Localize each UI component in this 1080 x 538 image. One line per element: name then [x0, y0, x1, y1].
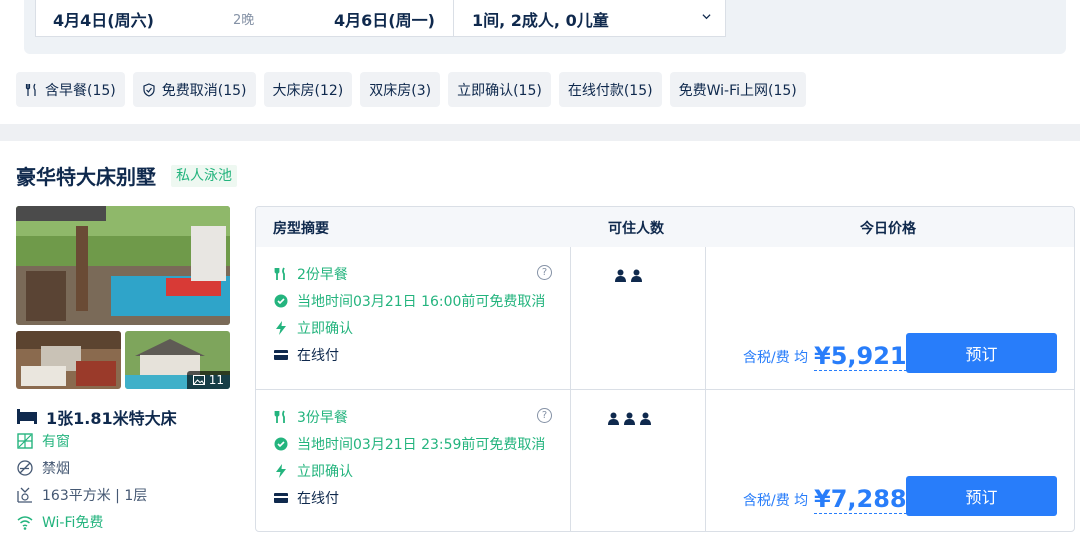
- fork-knife-icon: [274, 410, 285, 423]
- confirm-feature: 立即确认: [274, 318, 353, 338]
- cancel-label[interactable]: 当地时间03月21日 16:00前可免费取消: [297, 291, 545, 311]
- section-divider: [0, 124, 1080, 141]
- person-icon: [640, 412, 651, 425]
- search-band: 4月4日(周六) 2晚 4月6日(周一) 1间, 2成人, 0儿童 含早餐(15…: [0, 0, 1080, 124]
- check-circle-icon: [274, 437, 288, 451]
- lightning-icon: [276, 464, 286, 478]
- room-price[interactable]: ¥7,288: [814, 485, 907, 514]
- bed-label: 1张1.81米特大床: [46, 409, 177, 428]
- bedroom-image: [16, 331, 121, 389]
- cancel-feature: 当地时间03月21日 16:00前可免费取消: [274, 291, 545, 311]
- header-summary: 房型摘要: [273, 221, 329, 237]
- filter-breakfast[interactable]: 含早餐(15): [16, 72, 125, 107]
- payment-label: 在线付: [297, 491, 339, 507]
- table-row: 2份早餐 ? 当地时间03月21日 16:00前可免费取消 立即确认 在线付 含…: [256, 247, 1074, 389]
- photo-count-badge[interactable]: 11: [186, 371, 230, 389]
- fork-knife-icon: [274, 267, 285, 280]
- area-icon: [17, 487, 32, 503]
- bed-info: 1张1.81米特大床: [16, 405, 177, 429]
- image-icon: [192, 375, 205, 385]
- lightning-icon: [276, 321, 286, 335]
- confirm-label: 立即确认: [297, 464, 353, 480]
- help-icon[interactable]: ?: [537, 408, 552, 423]
- help-icon[interactable]: ?: [537, 265, 552, 280]
- payment-label: 在线付: [297, 348, 339, 364]
- filter-bar: 含早餐(15) 免费取消(15) 大床房(12) 双床房(3) 立即确认(15)…: [16, 72, 806, 107]
- private-pool-tag: 私人泳池: [171, 165, 237, 187]
- cancel-label[interactable]: 当地时间03月21日 23:59前可免费取消: [297, 434, 545, 454]
- no-smoking-icon: [17, 460, 33, 476]
- breakfast-feature: 2份早餐: [274, 264, 348, 284]
- filter-king-bed[interactable]: 大床房(12): [263, 72, 353, 107]
- chevron-down-icon: [702, 14, 711, 20]
- book-button[interactable]: 预订: [906, 476, 1057, 516]
- header-price: 今日价格: [860, 221, 916, 237]
- fork-knife-icon: [25, 83, 36, 96]
- bed-icon: [17, 409, 37, 424]
- area-label: 163平方米 | 1层: [42, 488, 148, 504]
- window-icon: [17, 433, 33, 449]
- filter-online-pay[interactable]: 在线付款(15): [558, 72, 662, 107]
- room-photo-exterior[interactable]: 11: [125, 331, 230, 389]
- wifi-icon: [17, 516, 33, 530]
- smoking-attr: 禁烟: [16, 458, 70, 478]
- person-icon: [615, 269, 626, 282]
- breakfast-label: 2份早餐: [297, 267, 348, 283]
- shield-check-icon: [143, 82, 155, 97]
- villa-pool-image: [16, 206, 230, 325]
- cancel-feature: 当地时间03月21日 23:59前可免费取消: [274, 434, 545, 454]
- table-row: 3份早餐 ? 当地时间03月21日 23:59前可免费取消 立即确认 在线付 含…: [256, 390, 1074, 531]
- filter-twin-bed[interactable]: 双床房(3): [360, 72, 441, 107]
- payment-feature: 在线付: [274, 345, 339, 365]
- filter-free-wifi[interactable]: 免费Wi-Fi上网(15): [669, 72, 806, 107]
- payment-feature: 在线付: [274, 488, 339, 508]
- breakfast-label: 3份早餐: [297, 410, 348, 426]
- window-label: 有窗: [42, 434, 70, 450]
- photo-count: 11: [208, 373, 224, 387]
- card-icon: [274, 493, 288, 503]
- smoking-label: 禁烟: [42, 461, 70, 477]
- nights-count: 2晚: [233, 13, 255, 28]
- header-occupancy: 可住人数: [608, 221, 664, 237]
- filter-label: 免费Wi-Fi上网(15): [678, 82, 797, 99]
- occupancy-icons: [607, 412, 652, 425]
- breakfast-feature: 3份早餐: [274, 407, 348, 427]
- filter-label: 双床房(3): [369, 82, 432, 99]
- card-icon: [274, 350, 288, 360]
- filter-label: 免费取消(15): [161, 82, 247, 99]
- table-header: 房型摘要 可住人数 今日价格: [256, 207, 1074, 247]
- wifi-label: Wi-Fi免费: [42, 515, 104, 531]
- check-circle-icon: [274, 294, 288, 308]
- date-selector[interactable]: 4月4日(周六) 2晚 4月6日(周一): [35, 0, 454, 37]
- filter-free-cancel[interactable]: 免费取消(15): [132, 72, 256, 107]
- person-icon: [624, 412, 635, 425]
- price-note: 含税/费 均: [743, 350, 809, 366]
- wifi-attr: Wi-Fi免费: [16, 512, 103, 532]
- room-guest-value: 1间, 2成人, 0儿童: [472, 11, 609, 30]
- room-photo-bedroom[interactable]: [16, 331, 121, 389]
- window-attr: 有窗: [16, 431, 70, 451]
- filter-label: 在线付款(15): [567, 82, 653, 99]
- filter-instant-confirm[interactable]: 立即确认(15): [448, 72, 551, 107]
- filter-label: 大床房(12): [272, 82, 344, 99]
- checkin-date[interactable]: 4月4日(周六): [53, 7, 154, 31]
- filter-label: 立即确认(15): [457, 82, 542, 99]
- room-guest-selector[interactable]: 1间, 2成人, 0儿童: [453, 0, 726, 37]
- rate-table: 房型摘要 可住人数 今日价格 2份早餐 ? 当地时间03月21日 16:00前可…: [255, 206, 1075, 532]
- room-price[interactable]: ¥5,921: [814, 342, 907, 371]
- person-icon: [631, 269, 642, 282]
- confirm-label: 立即确认: [297, 321, 353, 337]
- price-note: 含税/费 均: [743, 493, 809, 509]
- room-photo-main[interactable]: [16, 206, 230, 325]
- room-title: 豪华特大床别墅: [16, 165, 156, 189]
- book-button[interactable]: 预订: [906, 333, 1057, 373]
- person-icon: [608, 412, 619, 425]
- confirm-feature: 立即确认: [274, 461, 353, 481]
- filter-label: 含早餐(15): [45, 82, 116, 99]
- area-attr: 163平方米 | 1层: [16, 485, 147, 505]
- occupancy-icons: [614, 269, 643, 282]
- checkout-date[interactable]: 4月6日(周一): [334, 7, 435, 31]
